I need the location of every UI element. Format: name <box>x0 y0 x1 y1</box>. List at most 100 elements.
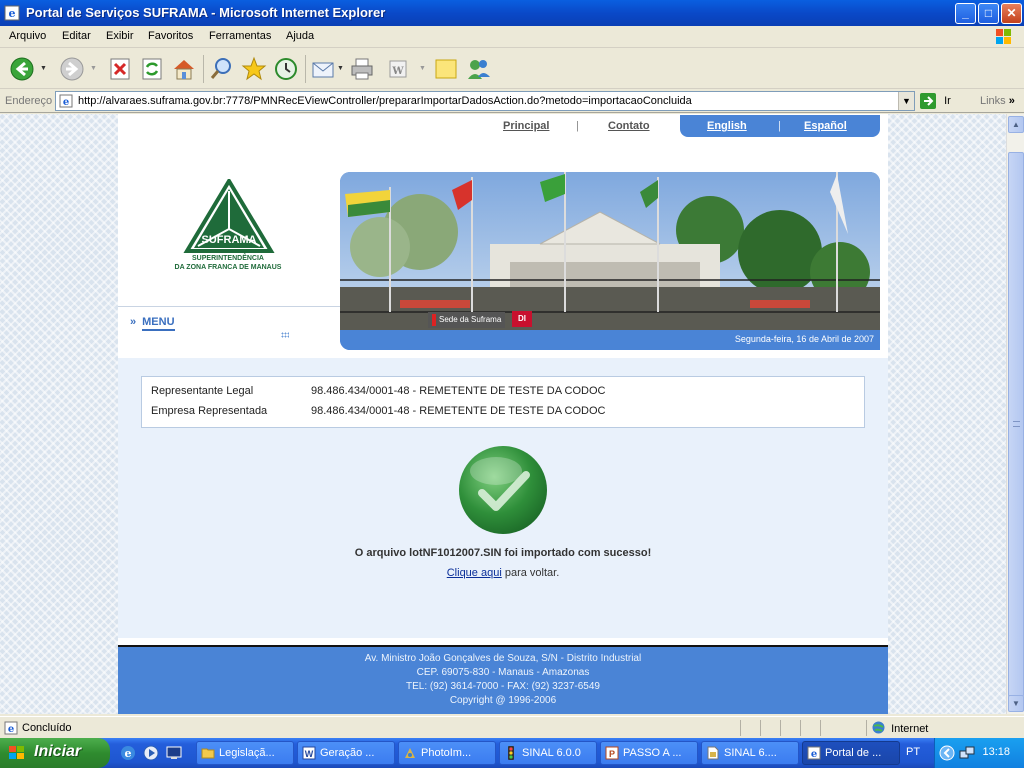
go-label: Ir <box>944 94 951 107</box>
status-divider <box>866 720 867 736</box>
desktop-quicklaunch-icon[interactable] <box>166 745 182 761</box>
document-icon <box>707 746 719 760</box>
success-message: O arquivo lotNF1012007.SIN foi importado… <box>354 547 652 559</box>
address-bar: Endereço e http://alvaraes.suframa.gov.b… <box>0 89 1024 113</box>
stop-icon[interactable] <box>106 55 134 83</box>
folder-icon <box>201 748 215 759</box>
footer-cep: CEP. 69075-830 - Manaus - Amazonas <box>416 667 590 678</box>
refresh-icon[interactable] <box>138 55 166 83</box>
favorites-star-icon[interactable] <box>240 55 268 83</box>
taskbar-item-sinal-6[interactable]: SINAL 6.... <box>701 741 799 765</box>
logo-wordmark: SUFRAMA <box>202 234 257 246</box>
close-button[interactable]: ✕ <box>1001 3 1022 24</box>
language-separator: | <box>778 120 781 132</box>
info-label: Empresa Representada <box>151 405 268 417</box>
powerpoint-icon: P <box>605 746 619 760</box>
toolbar-separator <box>203 55 204 83</box>
english-link[interactable]: English <box>707 120 747 132</box>
address-label: Endereço <box>5 95 53 107</box>
info-value: 98.486.434/0001-48 - REMETENTE DE TESTE … <box>311 405 606 417</box>
traffic-light-icon <box>508 746 514 760</box>
back-icon[interactable] <box>8 55 36 83</box>
windows-flag-icon <box>9 746 24 759</box>
scroll-up-icon[interactable]: ▲ <box>1008 116 1024 133</box>
vertical-scrollbar[interactable]: ▲ ▼ <box>1006 114 1024 714</box>
menu-exibir[interactable]: Exibir <box>106 30 134 42</box>
status-divider <box>800 720 801 736</box>
menu-favoritos[interactable]: Favoritos <box>148 30 193 42</box>
date-strip: Segunda-feira, 16 de Abril de 2007 <box>340 330 880 350</box>
footer-phone: TEL: (92) 3614-7000 - FAX: (92) 3237-654… <box>405 681 600 692</box>
menu-arquivo[interactable]: Arquivo <box>9 30 46 42</box>
mail-icon[interactable] <box>310 55 338 83</box>
clock: 13:18 <box>982 746 1010 758</box>
menu-editar[interactable]: Editar <box>62 30 91 42</box>
menu-toggle[interactable]: » MENU <box>130 316 175 331</box>
edit-word-icon[interactable]: W <box>385 55 413 83</box>
status-divider <box>760 720 761 736</box>
network-icon[interactable] <box>959 745 975 761</box>
nav-contato-link[interactable]: Contato <box>608 120 650 132</box>
taskbar-item-geracao[interactable]: W Geração ... <box>297 741 395 765</box>
scroll-thumb[interactable] <box>1008 152 1024 697</box>
ie-quicklaunch-icon[interactable]: e <box>120 745 136 761</box>
home-icon[interactable] <box>170 55 198 83</box>
task-label: Legislaçã... <box>219 747 275 759</box>
history-icon[interactable] <box>272 55 300 83</box>
success-check-icon <box>459 446 547 534</box>
svg-text:e: e <box>63 97 69 108</box>
back-suffix: para voltar. <box>501 567 560 579</box>
address-dropdown-icon[interactable]: ▼ <box>898 92 914 110</box>
task-label: SINAL 6.... <box>724 747 777 759</box>
espanol-link[interactable]: Español <box>804 120 847 132</box>
menu-bar: Arquivo Editar Exibir Favoritos Ferramen… <box>0 26 1024 48</box>
representative-info-box: Representante Legal 98.486.434/0001-48 -… <box>141 376 865 428</box>
globe-icon <box>872 721 885 734</box>
print-icon[interactable] <box>348 55 376 83</box>
taskbar-item-sinal-600[interactable]: SINAL 6.0.0 <box>499 741 597 765</box>
edit-dropdown-icon[interactable]: ▼ <box>419 65 426 72</box>
discuss-note-icon[interactable] <box>432 55 460 83</box>
forward-dropdown-icon[interactable]: ▼ <box>90 65 97 72</box>
tray-expand-icon[interactable] <box>939 745 955 761</box>
language-indicator[interactable]: PT <box>906 746 920 758</box>
toolbar: ▼ ▼ ▼ W ▼ <box>0 49 1024 89</box>
taskbar-item-photoimpact[interactable]: PhotoIm... <box>398 741 496 765</box>
nav-principal-link[interactable]: Principal <box>503 120 549 132</box>
back-link[interactable]: Clique aqui <box>447 567 502 579</box>
scroll-grip <box>1013 421 1020 427</box>
system-tray: 13:18 <box>934 738 1024 768</box>
go-button[interactable]: Ir <box>920 93 951 109</box>
forward-icon[interactable] <box>58 55 86 83</box>
footer-copyright: Copyright @ 1996-2006 <box>449 695 557 706</box>
start-button[interactable]: Iniciar <box>0 738 110 768</box>
mail-dropdown-icon[interactable]: ▼ <box>337 65 344 72</box>
taskbar: Iniciar e Legislaçã... W Geração ... Pho… <box>0 738 1024 768</box>
logo-subtitle-line2: DA ZONA FRANCA DE MANAUS <box>174 264 282 271</box>
ie-icon: e <box>4 5 20 21</box>
back-dropdown-icon[interactable]: ▼ <box>40 65 47 72</box>
address-input[interactable]: e http://alvaraes.suframa.gov.br:7778/PM… <box>55 91 915 111</box>
banner-caption: Sede da Suframa <box>428 312 506 328</box>
double-chevron-icon: » <box>130 316 137 328</box>
task-label: PhotoIm... <box>421 747 472 759</box>
language-bar: English | Español <box>680 115 880 137</box>
media-player-icon[interactable] <box>143 745 159 761</box>
scroll-down-icon[interactable]: ▼ <box>1008 695 1024 712</box>
links-button[interactable]: Links » <box>980 95 1015 107</box>
task-label: SINAL 6.0.0 <box>522 747 581 759</box>
maximize-button[interactable]: □ <box>978 3 999 24</box>
messenger-icon[interactable] <box>465 55 493 83</box>
svg-text:W: W <box>305 749 314 759</box>
menu-ajuda[interactable]: Ajuda <box>286 30 314 42</box>
menu-ferramentas[interactable]: Ferramentas <box>209 30 271 42</box>
taskbar-item-legislacao[interactable]: Legislaçã... <box>196 741 294 765</box>
search-icon[interactable] <box>208 55 236 83</box>
menu-divider <box>118 306 340 307</box>
minimize-button[interactable]: _ <box>955 3 976 24</box>
taskbar-item-portal[interactable]: e Portal de ... <box>802 741 900 765</box>
taskbar-item-passo-a-passo[interactable]: P PASSO A ... <box>600 741 698 765</box>
links-label: Links <box>980 95 1006 107</box>
title-bar: e Portal de Serviços SUFRAMA - Microsoft… <box>0 0 1024 26</box>
toolbar-separator <box>305 55 306 83</box>
